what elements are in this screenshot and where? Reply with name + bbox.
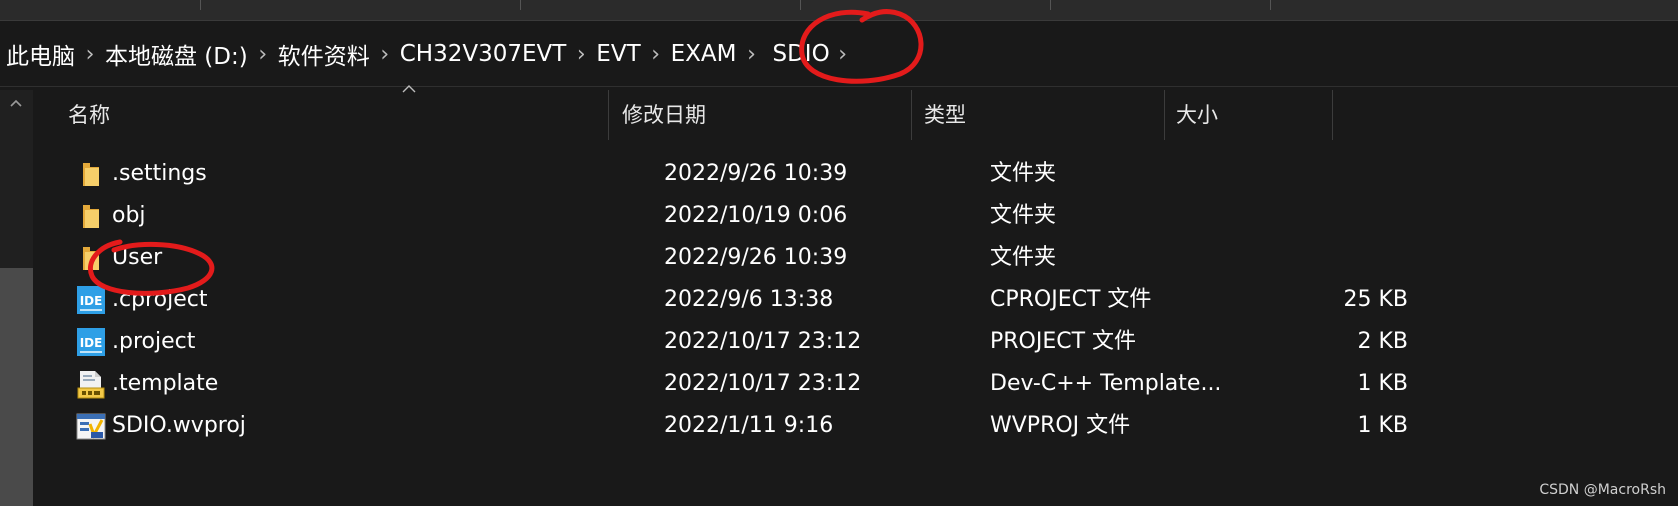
file-list: .settings 2022/9/26 10:39 文件夹 obj 2022/1… (52, 153, 1430, 447)
file-row[interactable]: obj 2022/10/19 0:06 文件夹 (52, 195, 1430, 237)
navigation-scrollbar-thumb[interactable] (0, 268, 33, 506)
breadcrumb: 此电脑 › 本地磁盘 (D:) › 软件资料 › CH32V307EVT › E… (4, 22, 854, 86)
address-bar[interactable]: 此电脑 › 本地磁盘 (D:) › 软件资料 › CH32V307EVT › E… (0, 22, 1678, 87)
file-type: 文件夹 (990, 161, 1057, 186)
breadcrumb-chevron-icon[interactable]: › (643, 42, 669, 67)
file-name: SDIO.wvproj (112, 413, 246, 438)
file-date: 2022/9/26 10:39 (664, 245, 848, 270)
ribbon-divider (1270, 0, 1271, 10)
file-name: .project (112, 329, 196, 354)
column-header-type[interactable]: 类型 (912, 90, 1162, 140)
ide-badge-label: IDE (80, 294, 103, 308)
breadcrumb-exam[interactable]: EXAM (669, 37, 739, 71)
breadcrumb-sdio[interactable]: SDIO (771, 37, 832, 71)
breadcrumb-this-pc[interactable]: 此电脑 (4, 33, 77, 75)
file-name: obj (112, 203, 146, 228)
file-size: 1 KB (1357, 371, 1408, 396)
file-size (1252, 195, 1408, 237)
wvproj-file-icon (76, 411, 106, 441)
ribbon-divider (520, 0, 521, 10)
column-divider[interactable] (1332, 90, 1333, 140)
file-row[interactable]: .settings 2022/9/26 10:39 文件夹 (52, 153, 1430, 195)
file-type: PROJECT 文件 (990, 329, 1137, 354)
file-type: 文件夹 (990, 203, 1057, 228)
file-date: 2022/1/11 9:16 (664, 413, 834, 438)
breadcrumb-chevron-icon[interactable]: › (372, 42, 398, 67)
ribbon-divider (200, 0, 201, 10)
folder-icon (76, 201, 106, 231)
file-name: User (112, 245, 163, 270)
file-row[interactable]: IDE .cproject 2022/9/6 13:38 CPROJECT 文件… (52, 279, 1430, 321)
column-header-name[interactable]: 名称 (56, 90, 608, 140)
breadcrumb-ch32v307evt[interactable]: CH32V307EVT (398, 37, 569, 71)
file-type: CPROJECT 文件 (990, 287, 1152, 312)
scroll-up-icon[interactable] (5, 94, 27, 112)
navigation-pane[interactable] (0, 90, 33, 506)
ribbon-divider (800, 0, 801, 10)
breadcrumb-chevron-icon[interactable]: › (832, 42, 854, 67)
ide-file-icon: IDE (76, 285, 106, 315)
file-type: Dev-C++ Template... (990, 371, 1222, 396)
folder-icon (76, 159, 106, 189)
file-date: 2022/10/17 23:12 (664, 371, 862, 396)
ribbon-divider (1050, 0, 1051, 10)
file-size: 25 KB (1343, 287, 1408, 312)
template-file-icon (76, 369, 106, 399)
ide-file-icon: IDE (76, 327, 106, 357)
file-row[interactable]: .template 2022/10/17 23:12 Dev-C++ Templ… (52, 363, 1430, 405)
breadcrumb-chevron-icon[interactable]: › (739, 42, 765, 67)
file-size: 2 KB (1357, 329, 1408, 354)
file-row[interactable]: SDIO.wvproj 2022/1/11 9:16 WVPROJ 文件 1 K… (52, 405, 1430, 447)
file-row[interactable]: User 2022/9/26 10:39 文件夹 (52, 237, 1430, 279)
file-size (1252, 237, 1408, 279)
ribbon-remnant (0, 0, 1678, 21)
file-name: .settings (112, 161, 207, 186)
file-size (1252, 153, 1408, 195)
folder-icon (76, 243, 106, 273)
file-date: 2022/10/19 0:06 (664, 203, 848, 228)
file-size: 1 KB (1357, 413, 1408, 438)
breadcrumb-chevron-icon[interactable]: › (77, 42, 103, 67)
file-type: WVPROJ 文件 (990, 413, 1131, 438)
breadcrumb-local-disk[interactable]: 本地磁盘 (D:) (103, 33, 250, 75)
ide-badge-label: IDE (80, 336, 103, 350)
breadcrumb-chevron-icon[interactable]: › (568, 42, 594, 67)
file-date: 2022/9/6 13:38 (664, 287, 834, 312)
watermark: CSDN @MacroRsh (1539, 482, 1666, 498)
column-headers: 名称 修改日期 类型 大小 (52, 85, 1430, 140)
breadcrumb-software-docs[interactable]: 软件资料 (276, 33, 372, 75)
column-header-date[interactable]: 修改日期 (610, 90, 910, 140)
file-type: 文件夹 (990, 245, 1057, 270)
file-date: 2022/9/26 10:39 (664, 161, 848, 186)
breadcrumb-chevron-icon[interactable]: › (250, 42, 276, 67)
file-date: 2022/10/17 23:12 (664, 329, 862, 354)
column-divider[interactable] (608, 90, 609, 140)
file-row[interactable]: IDE .project 2022/10/17 23:12 PROJECT 文件… (52, 321, 1430, 363)
file-name: .cproject (112, 287, 208, 312)
column-header-size[interactable]: 大小 (1164, 90, 1330, 140)
file-name: .template (112, 371, 219, 396)
breadcrumb-evt[interactable]: EVT (594, 37, 642, 71)
